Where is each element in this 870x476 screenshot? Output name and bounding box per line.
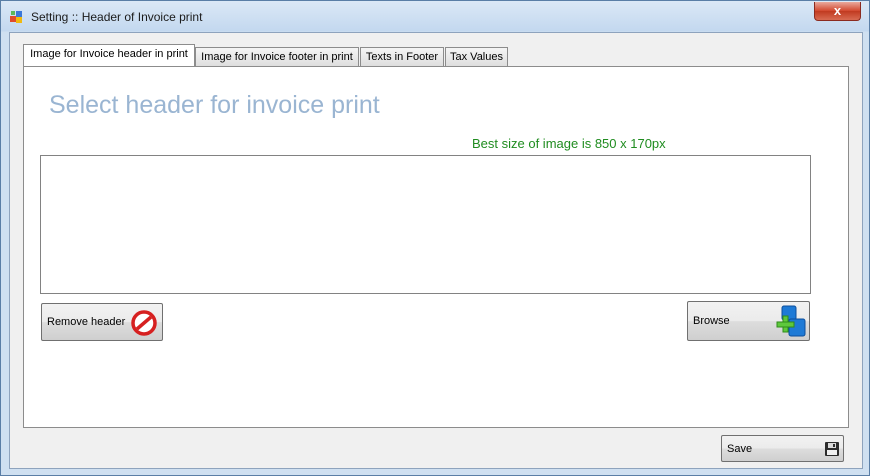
- tab-label: Image for Invoice footer in print: [201, 51, 353, 63]
- app-icon: [10, 11, 22, 23]
- browse-button[interactable]: Browse: [687, 301, 810, 341]
- window-title: Setting :: Header of Invoice print: [31, 10, 203, 24]
- add-database-icon: [776, 305, 806, 337]
- save-label: Save: [727, 442, 753, 455]
- tab-footer-texts[interactable]: Texts in Footer: [360, 47, 444, 66]
- save-button[interactable]: Save: [721, 435, 844, 462]
- title-bar[interactable]: Setting :: Header of Invoice print x: [1, 1, 869, 31]
- browse-label: Browse: [693, 315, 730, 327]
- floppy-disk-icon: [825, 442, 839, 456]
- no-entry-icon: [131, 310, 157, 336]
- remove-header-button[interactable]: Remove header: [41, 303, 163, 341]
- tab-label: Tax Values: [450, 51, 503, 63]
- remove-header-label: Remove header: [47, 316, 126, 328]
- tab-label: Image for Invoice header in print: [30, 48, 188, 60]
- page-title: Select header for invoice print: [49, 91, 380, 119]
- client-area: Image for Invoice header in print Image …: [9, 32, 863, 469]
- image-size-hint: Best size of image is 850 x 170px: [472, 136, 666, 151]
- tab-footer-image[interactable]: Image for Invoice footer in print: [195, 47, 359, 66]
- close-icon: x: [833, 3, 842, 18]
- tab-label: Texts in Footer: [365, 51, 439, 63]
- tab-header-image[interactable]: Image for Invoice header in print: [23, 44, 195, 66]
- settings-window: Setting :: Header of Invoice print x Ima…: [0, 0, 870, 476]
- tab-panel: Select header for invoice print Best siz…: [23, 66, 849, 428]
- tab-tax-values[interactable]: Tax Values: [445, 47, 508, 66]
- close-button[interactable]: x: [814, 2, 861, 21]
- header-image-preview[interactable]: [40, 155, 811, 294]
